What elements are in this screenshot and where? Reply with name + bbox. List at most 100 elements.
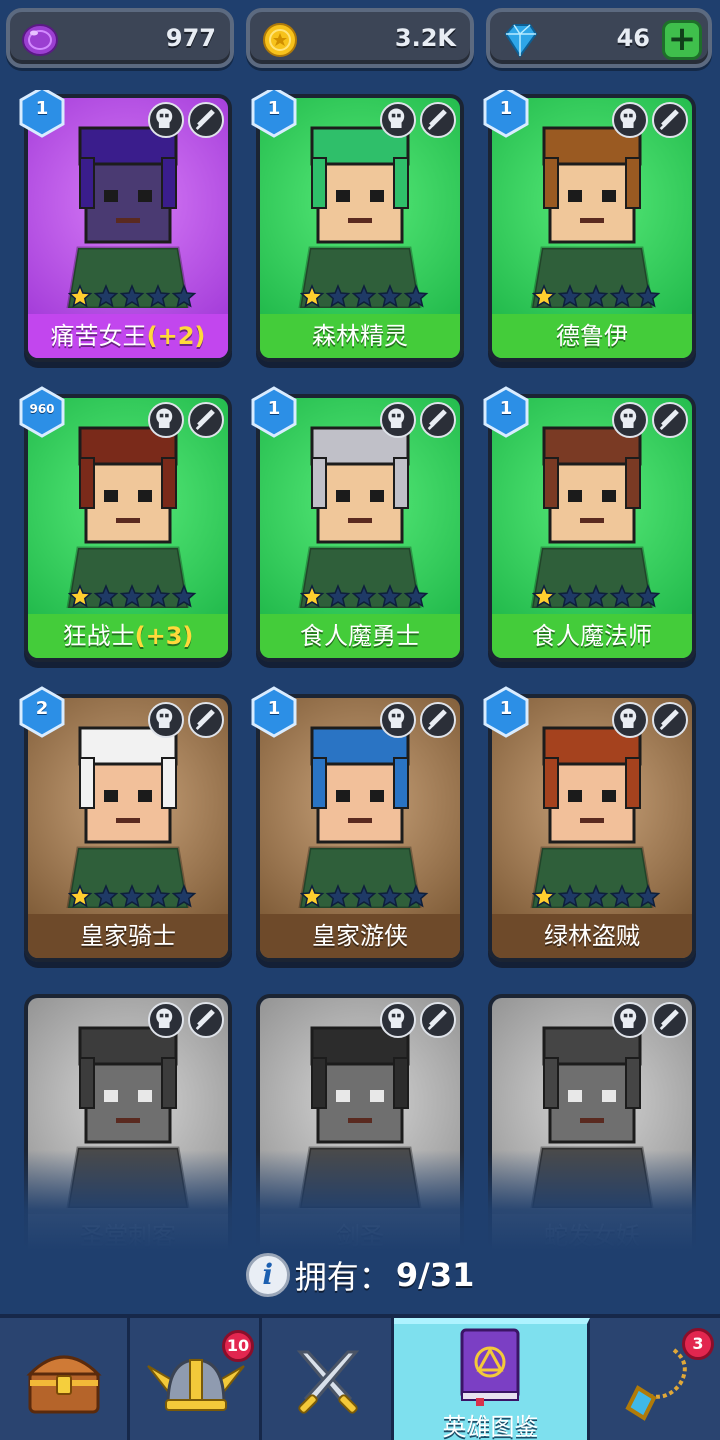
hero-level: 1: [499, 398, 513, 419]
hero-level: 1: [499, 98, 513, 119]
amulet-icon: [625, 1348, 687, 1421]
dagger-icon: [188, 1002, 224, 1038]
star-empty: [145, 584, 171, 608]
star-empty: [583, 884, 609, 908]
angel-wings-icon: [148, 1002, 184, 1038]
hero-name: 狂战士(+3): [28, 614, 228, 658]
star-empty: [583, 584, 609, 608]
star-empty: [403, 884, 429, 908]
elf-icon: [380, 102, 416, 138]
owned-label: 拥有：: [294, 1258, 391, 1296]
tab-chest[interactable]: [0, 1318, 130, 1440]
hero-name: 食人魔勇士: [260, 614, 460, 658]
tab-equipment[interactable]: 3: [590, 1318, 720, 1440]
star-empty: [557, 284, 583, 308]
hero-level: 1: [267, 398, 281, 419]
hero-name: 食人魔法师: [492, 614, 692, 658]
star-filled: [300, 284, 325, 308]
equipment-badge: 3: [682, 1328, 714, 1360]
tab-heroes-upgrade[interactable]: 10: [130, 1318, 262, 1440]
star-filled: [68, 884, 93, 908]
hero-level: 1: [499, 698, 513, 719]
star-empty: [145, 284, 171, 308]
star-empty: [609, 584, 635, 608]
star-empty: [119, 884, 145, 908]
star-filled: [532, 584, 557, 608]
star-empty: [377, 884, 403, 908]
star-empty: [171, 884, 197, 908]
sword-icon: [188, 702, 224, 738]
info-icon[interactable]: i: [245, 1253, 290, 1297]
tab-hero-codex[interactable]: 英雄图鉴: [394, 1318, 590, 1440]
orc-icon: [148, 402, 184, 438]
hero-name: 痛苦女王(+2): [28, 314, 228, 358]
star-rating: [532, 584, 661, 608]
hero-name-text: 德鲁伊: [556, 322, 628, 350]
diamond-icon: [504, 24, 538, 58]
orc-icon: [612, 402, 648, 438]
star-empty: [403, 584, 429, 608]
tab-battle[interactable]: [262, 1318, 394, 1440]
owned-count: 9/31: [395, 1256, 475, 1294]
helmet-icon: [148, 702, 184, 738]
hero-level: 1: [267, 698, 281, 719]
gem-currency[interactable]: 46 +: [486, 8, 712, 68]
helmet-icon: [380, 702, 416, 738]
sword-icon: [188, 402, 224, 438]
star-rating: [300, 284, 429, 308]
star-rating: [532, 284, 661, 308]
star-rating: [532, 884, 661, 908]
star-rating: [68, 884, 197, 908]
star-empty: [557, 584, 583, 608]
star-filled: [300, 884, 325, 908]
hero-level-badge: 2: [18, 686, 66, 738]
star-rating: [68, 584, 197, 608]
hero-level-badge: 1: [18, 90, 66, 138]
bow-icon: [420, 702, 456, 738]
hero-level: 2: [35, 698, 49, 719]
treasure-chest-icon: [26, 1355, 102, 1414]
star-empty: [351, 284, 377, 308]
star-filled: [68, 584, 93, 608]
star-empty: [351, 884, 377, 908]
gold-coin-icon: [263, 23, 297, 57]
star-empty: [583, 284, 609, 308]
hero-level-badge: 1: [250, 686, 298, 738]
gold-currency[interactable]: 3.2K: [246, 8, 474, 68]
hero-name-text: 皇家骑士: [80, 922, 176, 950]
hero-name-text: 森林精灵: [312, 322, 408, 350]
hero-name-text: 绿林盗贼: [544, 922, 640, 950]
star-filled: [532, 284, 557, 308]
star-empty: [93, 284, 119, 308]
hero-level: 960: [29, 402, 55, 416]
helmet-icon: [612, 702, 648, 738]
star-empty: [635, 584, 661, 608]
hero-bonus: (+3): [134, 622, 194, 650]
star-empty: [635, 884, 661, 908]
star-empty: [93, 584, 119, 608]
star-empty: [119, 584, 145, 608]
crossed-swords-icon: [296, 1350, 360, 1414]
orc-icon: [380, 1002, 416, 1038]
sword-icon: [420, 402, 456, 438]
hero-level: 1: [267, 98, 281, 119]
star-filled: [68, 284, 93, 308]
star-empty: [171, 584, 197, 608]
star-empty: [609, 284, 635, 308]
star-empty: [93, 884, 119, 908]
currency-bar: 977 3.2K 46 +: [0, 0, 720, 80]
star-empty: [403, 284, 429, 308]
star-empty: [145, 884, 171, 908]
star-empty: [635, 284, 661, 308]
hero-level-badge: 1: [250, 90, 298, 138]
orb-currency[interactable]: 977: [6, 8, 234, 68]
buy-gems-button[interactable]: +: [662, 20, 702, 60]
hero-level: 1: [35, 98, 49, 119]
gem-count: 46: [616, 24, 650, 52]
hero-level-badge: 1: [482, 90, 530, 138]
upgrade-badge: 10: [222, 1330, 254, 1362]
grid-fade: [0, 1150, 720, 1250]
hero-level-badge: 1: [482, 386, 530, 438]
star-empty: [171, 284, 197, 308]
star-filled: [532, 884, 557, 908]
